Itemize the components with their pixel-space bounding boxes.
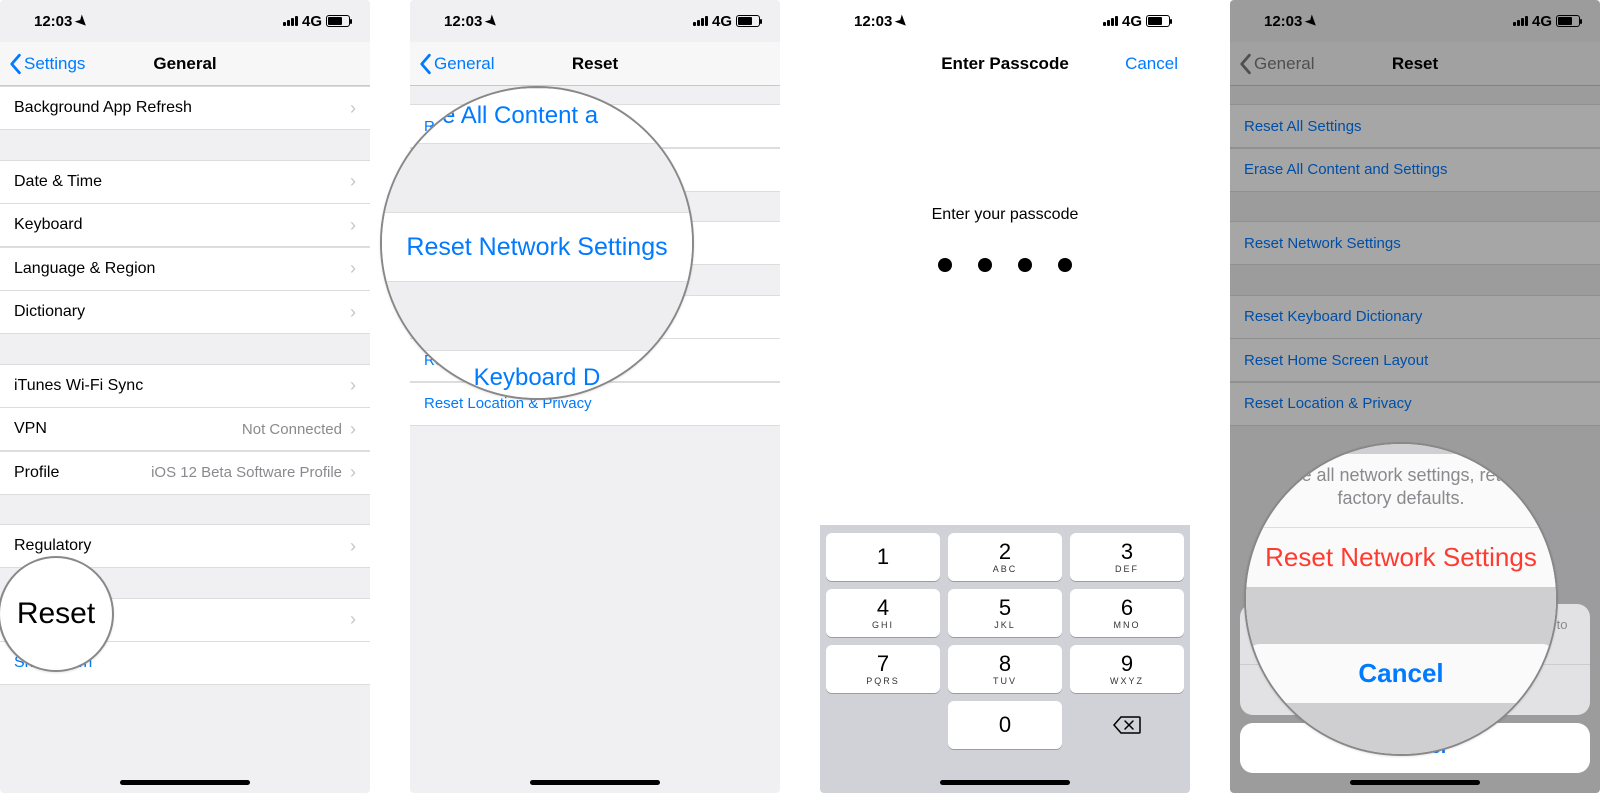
chevron-right-icon: › (350, 302, 356, 323)
nav-bar: General Reset (410, 42, 780, 86)
chevron-right-icon: › (350, 171, 356, 192)
chevron-left-icon (418, 53, 432, 75)
row-profile[interactable]: Profile iOS 12 Beta Software Profile › (0, 451, 370, 495)
location-icon: ➤ (892, 11, 912, 31)
row-label: Regulatory (14, 537, 91, 555)
key-7[interactable]: 7PQRS (826, 645, 940, 693)
home-indicator[interactable] (120, 780, 250, 785)
network-label: 4G (1122, 13, 1142, 30)
keypad: 1 2ABC 3DEF 4GHI 5JKL 6MNO 7PQRS 8TUV 9W… (820, 525, 1190, 793)
row-keyboard[interactable]: Keyboard › (0, 203, 370, 247)
passcode-dot (938, 258, 952, 272)
row-language-region[interactable]: Language & Region › (0, 247, 370, 291)
nav-bar: Settings General (0, 42, 370, 86)
passcode-dots (820, 258, 1190, 272)
row-detail: Not Connected (242, 421, 342, 438)
battery-icon (1146, 15, 1170, 27)
back-button[interactable]: Settings (0, 53, 85, 75)
screen-passcode: 12:03 ➤ 4G Enter Passcode Cancel Enter y… (820, 0, 1190, 793)
chevron-right-icon: › (350, 98, 356, 119)
key-8[interactable]: 8TUV (948, 645, 1062, 693)
zoom-sheet-message: e all network settings, ret factory defa… (1246, 454, 1556, 527)
key-6[interactable]: 6MNO (1070, 589, 1184, 637)
key-9[interactable]: 9WXYZ (1070, 645, 1184, 693)
row-label: VPN (14, 420, 47, 438)
zoom-row-reset-network[interactable]: Reset Network Settings (382, 212, 692, 282)
location-icon: ➤ (72, 11, 92, 31)
zoom-row-keyboard: Keyboard D (382, 350, 692, 400)
chevron-right-icon: › (350, 258, 356, 279)
status-time: 12:03 (444, 13, 482, 30)
row-detail: iOS 12 Beta Software Profile (151, 464, 342, 481)
signal-icon (693, 16, 708, 26)
battery-icon (326, 15, 350, 27)
status-bar: 12:03 ➤ 4G (0, 0, 370, 42)
zoom-circle-reset-network: e All Content a Reset Network Settings K… (380, 86, 694, 400)
zoom-sheet-cancel[interactable]: Cancel (1246, 644, 1556, 703)
row-label: Background App Refresh (14, 99, 192, 117)
row-itunes-wifi[interactable]: iTunes Wi-Fi Sync › (0, 364, 370, 408)
battery-icon (736, 15, 760, 27)
passcode-dot (1058, 258, 1072, 272)
network-label: 4G (712, 13, 732, 30)
key-3[interactable]: 3DEF (1070, 533, 1184, 581)
chevron-right-icon: › (350, 215, 356, 236)
chevron-right-icon: › (350, 609, 356, 630)
screen-general: 12:03 ➤ 4G Settings General Background A… (0, 0, 370, 793)
row-label: Profile (14, 464, 59, 482)
key-2[interactable]: 2ABC (948, 533, 1062, 581)
chevron-right-icon: › (350, 536, 356, 557)
status-bar: 12:03 ➤ 4G (820, 0, 1190, 42)
key-4[interactable]: 4GHI (826, 589, 940, 637)
row-dictionary[interactable]: Dictionary › (0, 290, 370, 334)
zoom-circle-reset: Reset (0, 556, 114, 672)
nav-bar: Enter Passcode Cancel (820, 42, 1190, 86)
backspace-icon (1113, 715, 1141, 735)
row-label: Date & Time (14, 173, 102, 191)
passcode-dot (978, 258, 992, 272)
row-label: Keyboard (14, 216, 83, 234)
status-time: 12:03 (34, 13, 72, 30)
key-backspace[interactable] (1070, 701, 1184, 749)
zoom-circle-action-sheet: e all network settings, ret factory defa… (1244, 442, 1558, 756)
network-label: 4G (302, 13, 322, 30)
chevron-right-icon: › (350, 375, 356, 396)
signal-icon (1103, 16, 1118, 26)
back-label: Settings (24, 54, 85, 74)
chevron-left-icon (8, 53, 22, 75)
cancel-button[interactable]: Cancel (1125, 54, 1178, 74)
back-button[interactable]: General (410, 53, 494, 75)
row-date-time[interactable]: Date & Time › (0, 160, 370, 204)
status-bar: 12:03 ➤ 4G (410, 0, 780, 42)
zoom-row-erase: e All Content a (382, 88, 692, 144)
chevron-right-icon: › (350, 462, 356, 483)
signal-icon (283, 16, 298, 26)
row-label: Language & Region (14, 260, 155, 278)
home-indicator[interactable] (940, 780, 1070, 785)
chevron-right-icon: › (350, 419, 356, 440)
row-label: iTunes Wi-Fi Sync (14, 377, 143, 395)
key-0[interactable]: 0 (948, 701, 1062, 749)
home-indicator[interactable] (530, 780, 660, 785)
back-label: General (434, 54, 494, 74)
row-label: Dictionary (14, 303, 85, 321)
row-vpn[interactable]: VPN Not Connected › (0, 407, 370, 451)
passcode-dot (1018, 258, 1032, 272)
key-1[interactable]: 1 (826, 533, 940, 581)
row-bg-refresh[interactable]: Background App Refresh › (0, 86, 370, 130)
zoom-text: Reset (17, 597, 95, 631)
key-5[interactable]: 5JKL (948, 589, 1062, 637)
status-time: 12:03 (854, 13, 892, 30)
key-spacer (826, 701, 940, 749)
passcode-prompt: Enter your passcode (820, 206, 1190, 224)
zoom-sheet-destructive[interactable]: Reset Network Settings (1246, 527, 1556, 587)
location-icon: ➤ (482, 11, 502, 31)
